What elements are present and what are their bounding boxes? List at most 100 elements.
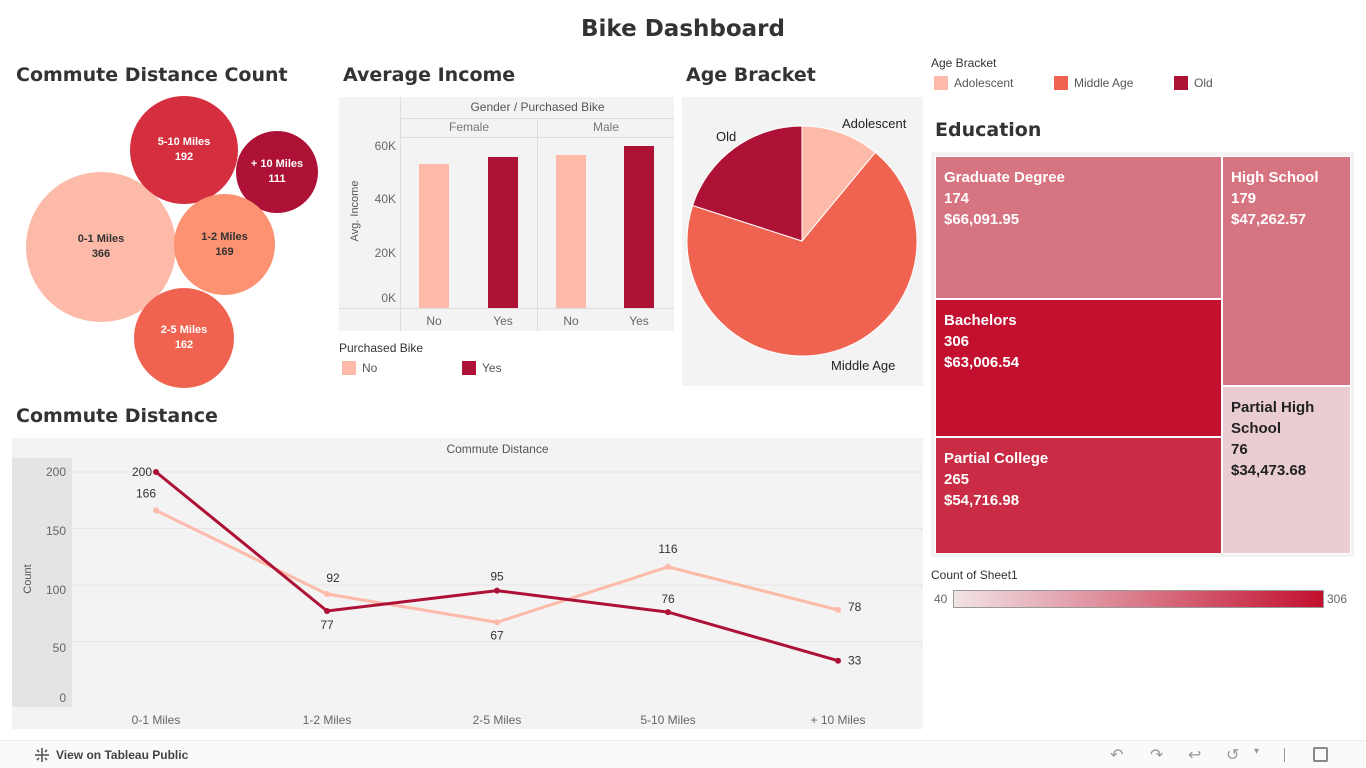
y-axis-label-wrap: Count: [16, 564, 40, 593]
data-point[interactable]: [835, 657, 841, 664]
data-point[interactable]: [153, 507, 159, 514]
view-on-tableau-link[interactable]: View on Tableau Public: [34, 747, 188, 763]
x-tick-label: + 10 Miles: [810, 713, 865, 727]
data-point[interactable]: [494, 587, 500, 594]
legend-item-middle-age[interactable]: Middle Age: [1054, 76, 1133, 90]
y-tick: 0: [59, 691, 66, 705]
avg-income-header: Gender / Purchased Bike: [470, 100, 605, 114]
bubble-chart: 0-1 Miles 366 5-10 Miles 192 + 10 Miles …: [0, 90, 330, 390]
cell-name-line2: School: [1231, 420, 1282, 437]
data-point[interactable]: [153, 469, 159, 475]
series-line-light[interactable]: [155, 509, 839, 624]
cell-name: Partial High: [1231, 399, 1315, 416]
legend-item-old[interactable]: Old: [1174, 76, 1213, 90]
income-bar[interactable]: [419, 163, 449, 308]
data-point[interactable]: [835, 606, 841, 613]
pie-label-adolescent: Adolescent: [842, 116, 907, 131]
cell-income: $63,006.54: [944, 354, 1020, 371]
bubble-1-2-miles[interactable]: 1-2 Miles 169: [174, 194, 275, 295]
x-label: Yes: [493, 314, 513, 328]
cell-name: Graduate Degree: [944, 169, 1065, 186]
bubble-value: 192: [174, 151, 194, 163]
bubble-value: 366: [91, 248, 111, 260]
count-legend-min: 40: [934, 592, 948, 606]
y-tick: 200: [45, 465, 66, 479]
income-bars: [401, 138, 674, 308]
treemap-bachelors[interactable]: Bachelors 306 $63,006.54: [935, 299, 1222, 437]
treemap-partial-college[interactable]: Partial College 265 $54,716.98: [935, 437, 1222, 554]
data-point[interactable]: [494, 619, 500, 626]
y-tick: 150: [45, 524, 66, 538]
view-on-tableau-label: View on Tableau Public: [56, 748, 189, 762]
fullscreen-icon[interactable]: [1313, 747, 1328, 762]
pie-label-old: Old: [716, 129, 737, 144]
legend-swatch: [1174, 76, 1188, 90]
cell-count: 76: [1231, 441, 1248, 458]
legend-item-yes[interactable]: Yes: [462, 361, 502, 375]
x-tick-label: 2-5 Miles: [473, 713, 522, 727]
y-tick: 40K: [374, 192, 396, 206]
count-legend-max: 306: [1327, 592, 1348, 606]
data-label: 92: [326, 571, 340, 585]
commute-line-chart: 200 77 95 76 33 166 92 67 116 78 0-1 Miles 1-2 Mile…: [72, 465, 923, 727]
dashboard-title: Bike Dashboard: [581, 16, 785, 42]
data-label: 78: [848, 600, 862, 614]
data-point[interactable]: [324, 607, 330, 614]
y-tick: 50: [52, 641, 66, 655]
legend-swatch: [342, 361, 356, 375]
data-label: 77: [320, 618, 334, 632]
legend-swatch: [462, 361, 476, 375]
bubble-2-5-miles[interactable]: 2-5 Miles 162: [134, 288, 234, 388]
bubble-value: 162: [174, 339, 194, 351]
age-legend-title: Age Bracket: [931, 56, 997, 70]
data-label: 33: [848, 654, 862, 668]
bubble-value: 169: [215, 245, 234, 258]
income-bar[interactable]: [624, 146, 654, 308]
data-point[interactable]: [324, 591, 330, 598]
treemap-high-school[interactable]: High School 179 $47,262.57: [1222, 156, 1351, 386]
refresh-icon[interactable]: ↺: [1226, 745, 1239, 765]
data-point[interactable]: [665, 563, 671, 570]
legend-item-adolescent[interactable]: Adolescent: [934, 76, 1013, 90]
y-tick: 0K: [381, 291, 396, 305]
cell-count: 179: [1231, 190, 1257, 207]
x-label: No: [426, 314, 442, 328]
x-tick-label: 5-10 Miles: [640, 713, 695, 727]
income-bar[interactable]: [488, 156, 518, 308]
footer-toolbar: View on Tableau Public ↶ ↷ ↩ ↺ ▾: [0, 740, 1366, 768]
cell-name: High School: [1231, 169, 1319, 186]
cell-count: 265: [944, 471, 970, 488]
undo-icon[interactable]: ↶: [1110, 745, 1123, 765]
cell-name: Partial College: [944, 450, 1049, 467]
commute-distance-title: Commute Distance: [16, 405, 218, 427]
x-tick-label: 0-1 Miles: [132, 713, 181, 727]
bubble-5-10-miles[interactable]: 5-10 Miles 192: [130, 96, 238, 204]
treemap-partial-high-school[interactable]: Partial High School 76 $34,473.68: [1222, 386, 1351, 554]
income-bar[interactable]: [556, 155, 586, 308]
bubble-label: 5-10 Miles: [157, 136, 211, 148]
x-tick-label: 1-2 Miles: [303, 713, 352, 727]
toolbar-divider: [1284, 748, 1285, 762]
data-point[interactable]: [665, 609, 671, 616]
chevron-down-icon[interactable]: ▾: [1254, 746, 1259, 757]
redo-icon[interactable]: ↷: [1150, 745, 1163, 765]
y-tick: 60K: [374, 139, 396, 153]
legend-label: Yes: [482, 361, 502, 375]
revert-icon[interactable]: ↩: [1188, 745, 1201, 765]
bubble-label: 0-1 Miles: [77, 233, 125, 245]
data-label: 67: [490, 628, 504, 642]
bubble-label: 2-5 Miles: [160, 324, 208, 336]
divider: [339, 308, 674, 309]
cell-income: $34,473.68: [1231, 462, 1307, 479]
y-tick: 20K: [374, 246, 396, 260]
legend-label: Adolescent: [954, 76, 1014, 90]
cell-name: Bachelors: [944, 312, 1017, 329]
bubble-value: 111: [268, 173, 286, 185]
legend-label: Middle Age: [1074, 76, 1134, 90]
purchased-legend-title: Purchased Bike: [339, 341, 424, 355]
legend-item-no[interactable]: No: [342, 361, 377, 375]
data-label: 95: [490, 570, 504, 584]
cell-income: $66,091.95: [944, 211, 1020, 228]
treemap-graduate-degree[interactable]: Graduate Degree 174 $66,091.95: [935, 156, 1222, 299]
x-label: Yes: [629, 314, 649, 328]
